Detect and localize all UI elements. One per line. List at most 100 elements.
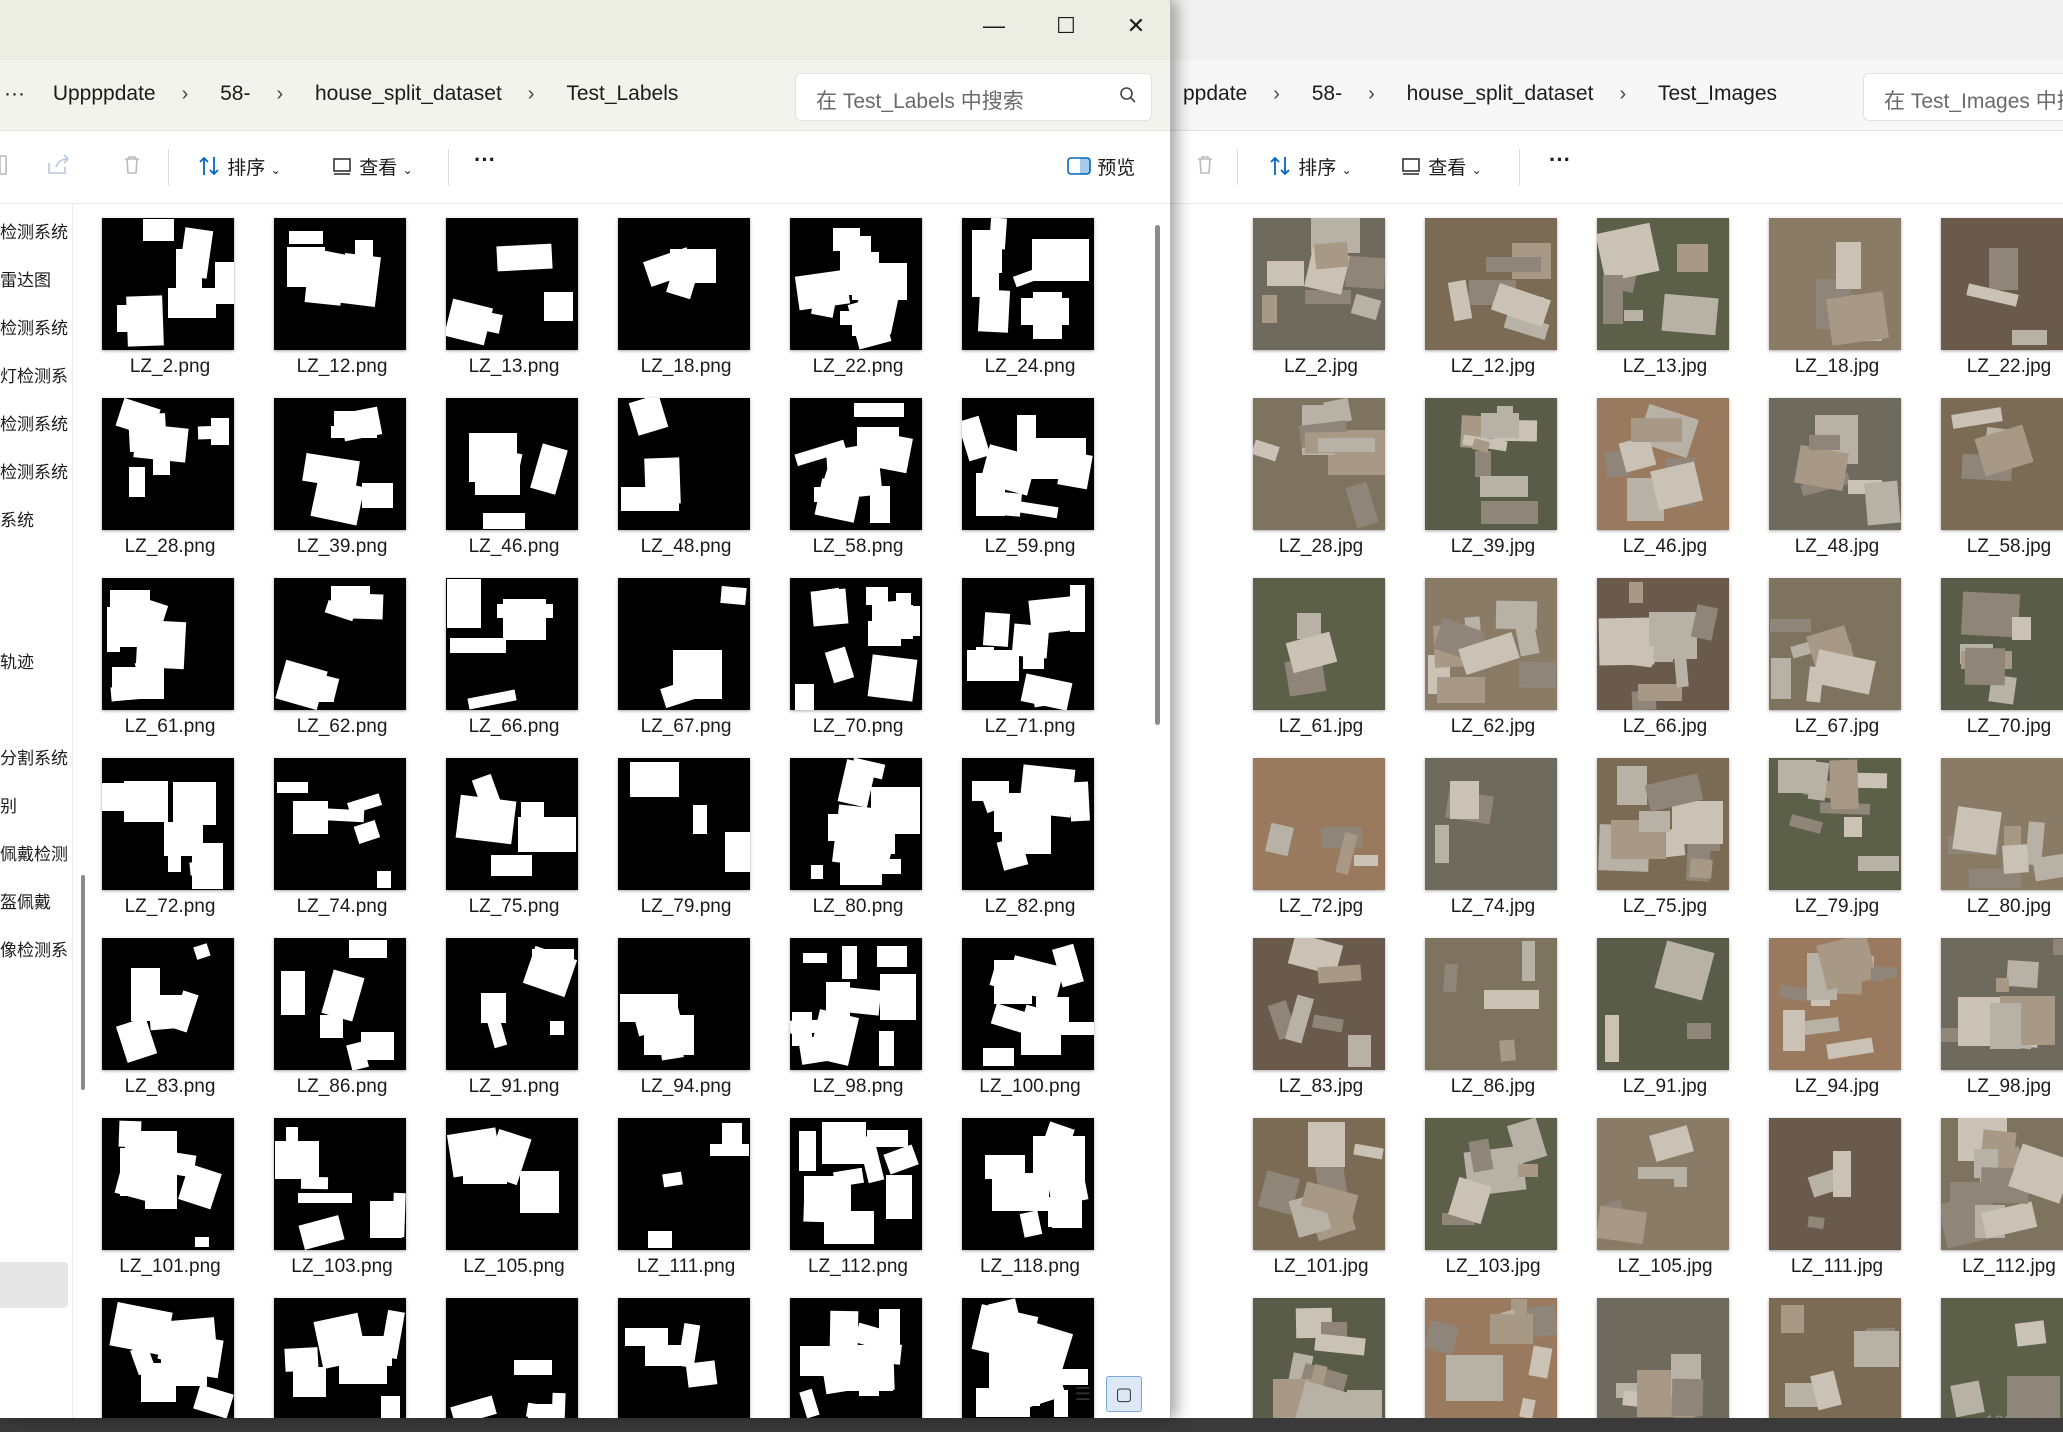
file-item[interactable]: LZ_94.jpg (1737, 924, 1907, 1097)
nav-item[interactable]: 检测系统 (0, 218, 72, 246)
file-item[interactable]: LZ_58.png (758, 384, 928, 557)
view-button[interactable]: 查看 ⌄ (1401, 153, 1482, 182)
file-item[interactable]: LZ_66.png (414, 564, 584, 737)
breadcrumb-item[interactable]: 58- (220, 82, 250, 106)
file-item[interactable]: LZ_62.jpg (1393, 564, 1563, 737)
file-item[interactable]: LZ_98.jpg (1909, 924, 2063, 1097)
file-item[interactable]: LZ_103.jpg (1393, 1104, 1563, 1277)
file-item[interactable]: LZ_62.png (242, 564, 412, 737)
file-item[interactable]: LZ_98.png (758, 924, 928, 1097)
file-item[interactable]: LZ_18.png (586, 204, 756, 377)
file-item[interactable]: LZ_70.jpg (1909, 564, 2063, 737)
nav-item[interactable]: 轨迹 (0, 648, 72, 676)
file-item[interactable]: LZ_83.png (96, 924, 240, 1097)
file-item[interactable]: LZ_13.jpg (1565, 204, 1735, 377)
file-item[interactable]: LZ_67.jpg (1737, 564, 1907, 737)
paste-icon[interactable] (0, 153, 10, 183)
file-item[interactable] (1737, 1284, 1907, 1432)
file-item[interactable] (1221, 1284, 1391, 1432)
file-item[interactable]: LZ_94.png (586, 924, 756, 1097)
file-item[interactable]: LZ_79.png (586, 744, 756, 917)
file-item[interactable]: LZ_2.jpg (1221, 204, 1391, 377)
nav-item-selected[interactable] (0, 1262, 68, 1308)
file-item[interactable]: LZ_105.png (414, 1104, 584, 1277)
file-item[interactable]: LZ_83.jpg (1221, 924, 1391, 1097)
file-item[interactable]: LZ_72.png (96, 744, 240, 917)
breadcrumb-item[interactable]: 58- (1312, 82, 1342, 106)
file-item[interactable] (96, 1284, 240, 1418)
file-item[interactable]: LZ_111.png (586, 1104, 756, 1277)
file-item[interactable]: LZ_86.jpg (1393, 924, 1563, 1097)
file-item[interactable]: LZ_59.png (930, 384, 1100, 557)
breadcrumb-item[interactable]: house_split_dataset (1407, 82, 1594, 106)
maximize-button[interactable]: ☐ (1036, 6, 1096, 46)
file-item[interactable]: LZ_28.png (96, 384, 240, 557)
more-options-button[interactable]: ··· (474, 147, 496, 173)
file-item[interactable]: LZ_103.png (242, 1104, 412, 1277)
file-item[interactable]: LZ_48.png (586, 384, 756, 557)
file-item[interactable]: LZ_75.png (414, 744, 584, 917)
sort-button[interactable]: 排序 ⌄ (198, 153, 281, 183)
file-item[interactable]: LZ_58.jpg (1909, 384, 2063, 557)
nav-item[interactable]: 灯检测系 (0, 362, 72, 390)
search-input[interactable]: 在 Test_Labels 中搜索 (795, 73, 1152, 121)
file-item[interactable] (1393, 1284, 1563, 1432)
file-item[interactable]: LZ_80.jpg (1909, 744, 2063, 917)
file-item[interactable]: LZ_13.png (414, 204, 584, 377)
file-item[interactable] (414, 1284, 584, 1418)
details-view-icon[interactable]: ☰ (1066, 1377, 1100, 1411)
file-item[interactable]: LZ_39.png (242, 384, 412, 557)
file-item[interactable]: LZ_105.jpg (1565, 1104, 1735, 1277)
nav-item[interactable]: 分割系统 (0, 744, 72, 772)
large-icons-view-icon[interactable]: ▢ (1106, 1376, 1142, 1412)
nav-item[interactable]: 雷达图 (0, 266, 72, 294)
breadcrumb-item-current[interactable]: Test_Images (1658, 82, 1777, 106)
file-item[interactable]: LZ_91.jpg (1565, 924, 1735, 1097)
file-item[interactable]: LZ_22.png (758, 204, 928, 377)
nav-scrollbar[interactable] (81, 875, 85, 1090)
more-options-button[interactable]: ··· (1549, 147, 1571, 173)
file-item[interactable]: LZ_61.jpg (1221, 564, 1391, 737)
file-item[interactable]: LZ_39.jpg (1393, 384, 1563, 557)
nav-item[interactable]: 别 (0, 792, 72, 820)
breadcrumb-item[interactable]: Uppppdate (53, 82, 156, 106)
file-item[interactable]: LZ_82.png (930, 744, 1100, 917)
file-item[interactable]: LZ_101.png (96, 1104, 240, 1277)
file-item[interactable]: LZ_111.jpg (1737, 1104, 1907, 1277)
file-item[interactable] (242, 1284, 412, 1418)
close-button[interactable]: ✕ (1106, 6, 1166, 46)
file-item[interactable]: LZ_86.png (242, 924, 412, 1097)
file-item[interactable]: LZ_74.png (242, 744, 412, 917)
file-item[interactable]: LZ_100.png (930, 924, 1100, 1097)
file-item[interactable]: LZ_12.png (242, 204, 412, 377)
file-item[interactable]: LZ_80.png (758, 744, 928, 917)
sort-button[interactable]: 排序 ⌄ (1269, 153, 1352, 183)
file-item[interactable]: LZ_79.jpg (1737, 744, 1907, 917)
nav-item[interactable]: 检测系统 (0, 314, 72, 342)
preview-pane-button[interactable]: 预览 (1066, 153, 1135, 182)
file-item[interactable]: LZ_118.png (930, 1104, 1100, 1277)
file-item[interactable]: LZ_70.png (758, 564, 928, 737)
share-icon[interactable] (46, 153, 72, 183)
file-item[interactable]: LZ_28.jpg (1221, 384, 1391, 557)
file-item[interactable]: LZ_46.png (414, 384, 584, 557)
title-bar[interactable]: — ☐ ✕ (0, 0, 1170, 60)
breadcrumb-item[interactable]: house_split_dataset (315, 82, 502, 106)
file-item[interactable]: LZ_72.jpg (1221, 744, 1391, 917)
vertical-scrollbar[interactable] (1155, 225, 1160, 725)
file-item[interactable]: LZ_24.png (930, 204, 1100, 377)
nav-item[interactable]: 系统 (0, 506, 72, 534)
file-item[interactable] (1565, 1284, 1735, 1432)
file-item[interactable]: LZ_112.jpg (1909, 1104, 2063, 1277)
nav-item[interactable]: 检测系统 (0, 410, 72, 438)
file-item[interactable]: LZ_22.jpg (1909, 204, 2063, 377)
file-item[interactable]: LZ_48.jpg (1737, 384, 1907, 557)
file-item[interactable]: LZ_2.png (96, 204, 240, 377)
delete-icon[interactable] (120, 153, 144, 183)
nav-item[interactable]: 佩戴检测 (0, 840, 72, 868)
nav-item[interactable]: 检测系统 (0, 458, 72, 486)
file-item[interactable]: LZ_66.jpg (1565, 564, 1735, 737)
file-item[interactable]: LZ_71.png (930, 564, 1100, 737)
file-item[interactable]: LZ_46.jpg (1565, 384, 1735, 557)
file-item[interactable] (758, 1284, 928, 1418)
